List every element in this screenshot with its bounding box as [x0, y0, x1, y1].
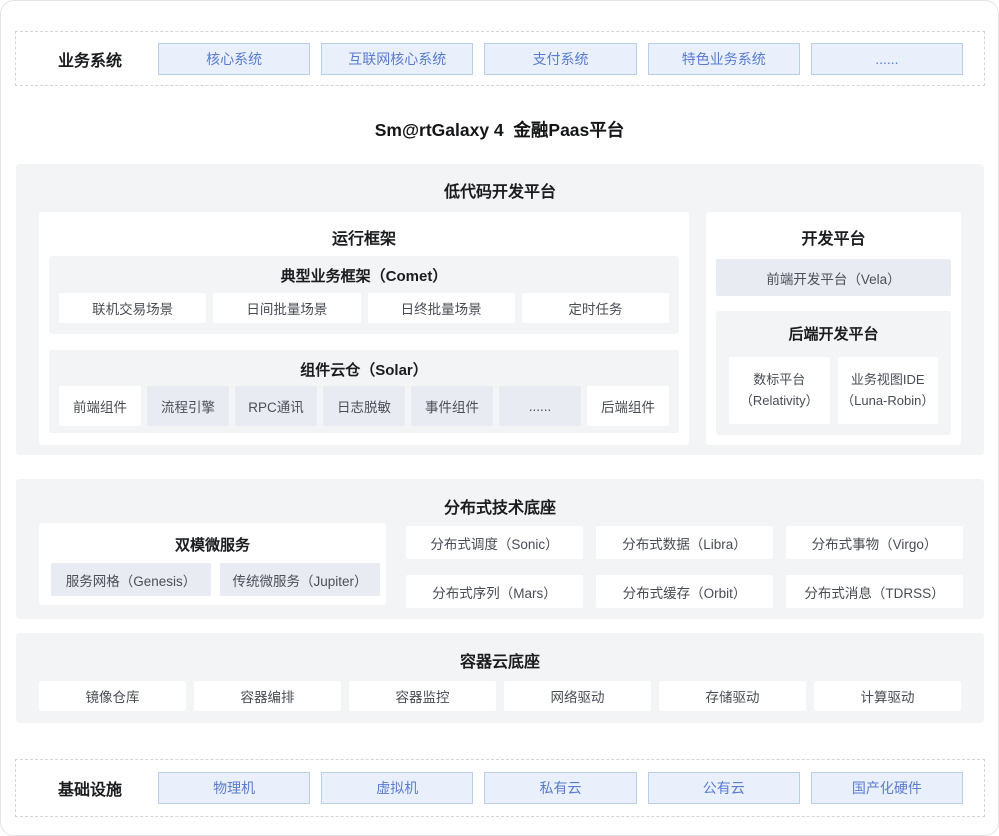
distributed-service-item: 分布式事物（Virgo） [786, 526, 963, 559]
distributed-tech-section: 分布式技术底座 双模微服务 服务网格（Genesis） 传统微服务（Jupite… [16, 479, 984, 619]
infrastructure-chips: 物理机 虚拟机 私有云 公有云 国产化硬件 [158, 772, 963, 804]
business-system-chip: 支付系统 [484, 43, 636, 75]
dual-mode-microservice-card: 双模微服务 服务网格（Genesis） 传统微服务（Jupiter） [39, 523, 386, 605]
container-cloud-section: 容器云底座 镜像仓库 容器编排 容器监控 网络驱动 存储驱动 计算驱动 [16, 633, 984, 723]
backend-dev-item-line2: （Relativity） [740, 391, 819, 411]
infrastructure-chip: 国产化硬件 [811, 772, 963, 804]
business-system-chip: 特色业务系统 [648, 43, 800, 75]
architecture-diagram: 业务系统 核心系统 互联网核心系统 支付系统 特色业务系统 ...... Sm@… [0, 0, 999, 836]
comet-framework-panel: 典型业务框架（Comet） 联机交易场景 日间批量场景 日终批量场景 定时任务 [49, 256, 679, 334]
container-cloud-item: 镜像仓库 [39, 681, 186, 711]
solar-backend-item: 后端组件 [587, 386, 669, 426]
solar-items-row: 前端组件 流程引擎 RPC通讯 日志脱敏 事件组件 ...... 后端组件 [59, 386, 669, 426]
comet-item: 联机交易场景 [59, 293, 206, 323]
container-cloud-title: 容器云底座 [16, 633, 984, 672]
container-cloud-item: 容器编排 [194, 681, 341, 711]
solar-item: ...... [499, 386, 581, 426]
business-systems-row: 业务系统 核心系统 互联网核心系统 支付系统 特色业务系统 ...... [15, 31, 985, 86]
comet-framework-title: 典型业务框架（Comet） [49, 256, 679, 286]
backend-dev-items-row: 数标平台 （Relativity） 业务视图IDE （Luna-Robin） [729, 357, 938, 424]
distributed-service-item: 分布式调度（Sonic） [406, 526, 583, 559]
distributed-tech-title: 分布式技术底座 [16, 479, 984, 518]
solar-item: RPC通讯 [235, 386, 317, 426]
business-system-chip: 互联网核心系统 [321, 43, 473, 75]
dev-platform-card: 开发平台 前端开发平台（Vela） 后端开发平台 数标平台 （Relativit… [706, 212, 961, 445]
infrastructure-chip: 物理机 [158, 772, 310, 804]
dual-mode-items-row: 服务网格（Genesis） 传统微服务（Jupiter） [51, 563, 380, 596]
comet-item: 日终批量场景 [368, 293, 515, 323]
infrastructure-row: 基础设施 物理机 虚拟机 私有云 公有云 国产化硬件 [15, 759, 985, 817]
business-systems-label: 业务系统 [37, 47, 143, 71]
backend-dev-item-line2: （Luna-Robin） [841, 391, 934, 411]
infrastructure-label: 基础设施 [37, 776, 143, 800]
infrastructure-chip: 公有云 [648, 772, 800, 804]
comet-item: 日间批量场景 [213, 293, 360, 323]
runtime-framework-title: 运行框架 [39, 212, 689, 249]
backend-dev-title: 后端开发平台 [716, 311, 951, 344]
comet-items-row: 联机交易场景 日间批量场景 日终批量场景 定时任务 [59, 293, 669, 323]
solar-frontend-item: 前端组件 [59, 386, 141, 426]
infrastructure-chip: 虚拟机 [321, 772, 473, 804]
backend-dev-item-line1: 业务视图IDE [851, 370, 925, 390]
solar-item: 流程引擎 [147, 386, 229, 426]
solar-component-panel: 组件云仓（Solar） 前端组件 流程引擎 RPC通讯 日志脱敏 事件组件 ..… [49, 350, 679, 433]
lowcode-platform-section: 低代码开发平台 运行框架 典型业务框架（Comet） 联机交易场景 日间批量场景… [16, 164, 984, 455]
dual-mode-title: 双模微服务 [39, 523, 386, 555]
business-systems-chips: 核心系统 互联网核心系统 支付系统 特色业务系统 ...... [158, 43, 963, 75]
distributed-service-item: 分布式序列（Mars） [406, 575, 583, 608]
infrastructure-chip: 私有云 [484, 772, 636, 804]
backend-dev-panel: 后端开发平台 数标平台 （Relativity） 业务视图IDE （Luna-R… [716, 311, 951, 435]
container-cloud-item: 存储驱动 [659, 681, 806, 711]
container-cloud-item: 网络驱动 [504, 681, 651, 711]
container-cloud-item: 容器监控 [349, 681, 496, 711]
dev-platform-title: 开发平台 [706, 212, 961, 249]
platform-title: Sm@rtGalaxy 4 金融Paas平台 [1, 117, 998, 142]
backend-dev-item-line1: 数标平台 [753, 370, 805, 390]
backend-dev-item: 数标平台 （Relativity） [729, 357, 830, 424]
distributed-service-item: 分布式数据（Libra） [596, 526, 773, 559]
business-system-chip: ...... [811, 43, 963, 75]
backend-dev-item: 业务视图IDE （Luna-Robin） [838, 357, 939, 424]
solar-item: 日志脱敏 [323, 386, 405, 426]
runtime-framework-card: 运行框架 典型业务框架（Comet） 联机交易场景 日间批量场景 日终批量场景 … [39, 212, 689, 445]
dual-mode-item: 传统微服务（Jupiter） [220, 563, 380, 596]
lowcode-platform-title: 低代码开发平台 [16, 164, 984, 202]
frontend-dev-platform-box: 前端开发平台（Vela） [716, 259, 951, 296]
comet-item: 定时任务 [522, 293, 669, 323]
solar-item: 事件组件 [411, 386, 493, 426]
dual-mode-item: 服务网格（Genesis） [51, 563, 211, 596]
distributed-service-item: 分布式消息（TDRSS） [786, 575, 963, 608]
solar-component-title: 组件云仓（Solar） [49, 350, 679, 380]
business-system-chip: 核心系统 [158, 43, 310, 75]
container-cloud-items-row: 镜像仓库 容器编排 容器监控 网络驱动 存储驱动 计算驱动 [39, 681, 961, 711]
distributed-services-grid: 分布式调度（Sonic） 分布式数据（Libra） 分布式事物（Virgo） 分… [406, 526, 963, 608]
container-cloud-item: 计算驱动 [814, 681, 961, 711]
distributed-service-item: 分布式缓存（Orbit） [596, 575, 773, 608]
